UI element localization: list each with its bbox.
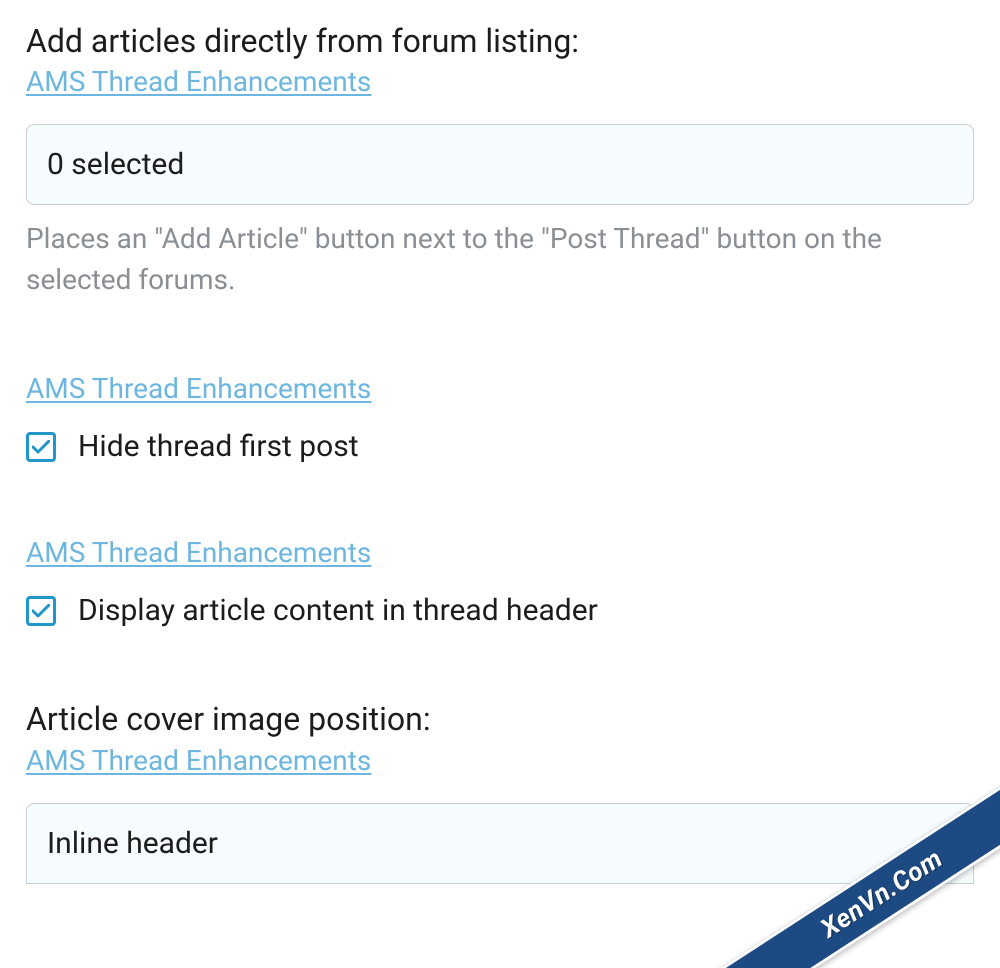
add-articles-link[interactable]: AMS Thread Enhancements [26,65,371,98]
section-display-article: AMS Thread Enhancements Display article … [26,534,974,628]
cover-position-value: Inline header [26,803,974,884]
add-articles-help: Places an "Add Article" button next to t… [26,219,974,300]
display-article-label: Display article content in thread header [78,593,598,628]
checkbox-icon [26,596,56,626]
hide-first-post-link[interactable]: AMS Thread Enhancements [26,372,371,405]
section-add-articles: Add articles directly from forum listing… [26,20,974,300]
display-article-checkbox[interactable]: Display article content in thread header [26,593,974,628]
hide-first-post-label: Hide thread first post [78,429,359,464]
cover-position-title: Article cover image position: [26,698,974,741]
section-cover-position: Article cover image position: AMS Thread… [26,698,974,883]
display-article-link[interactable]: AMS Thread Enhancements [26,536,371,569]
add-articles-title: Add articles directly from forum listing… [26,20,974,63]
checkbox-icon [26,432,56,462]
cover-position-link[interactable]: AMS Thread Enhancements [26,744,371,777]
forum-multiselect[interactable]: 0 selected [26,124,974,205]
section-hide-first-post: AMS Thread Enhancements Hide thread firs… [26,370,974,464]
check-icon [32,440,50,454]
hide-first-post-checkbox[interactable]: Hide thread first post [26,429,974,464]
check-icon [32,604,50,618]
cover-position-dropdown[interactable]: Inline header [26,803,974,884]
